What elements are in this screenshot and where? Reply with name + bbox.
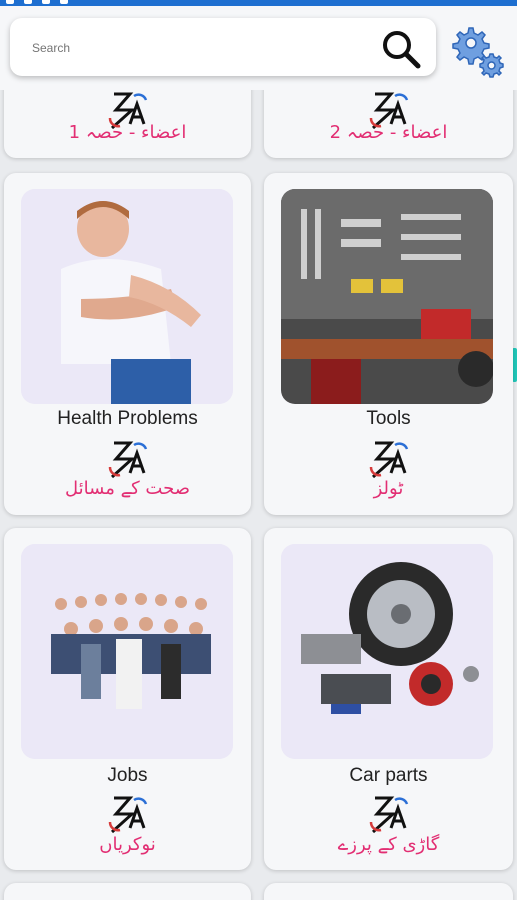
- category-title-english: Tools: [366, 408, 411, 429]
- car-parts-image: [281, 544, 493, 759]
- category-card-car-parts[interactable]: Car parts گاڑی کے پرزے: [264, 528, 513, 870]
- category-title-urdu: ٹولز: [373, 478, 404, 499]
- category-card-jobs[interactable]: Jobs نوکریاں: [4, 528, 251, 870]
- category-title-english: Health Problems: [57, 408, 198, 429]
- gear-icon[interactable]: [446, 20, 506, 80]
- category-card-partial[interactable]: [264, 883, 513, 900]
- top-bar: [0, 6, 517, 90]
- jobs-image: [21, 544, 233, 759]
- category-card-body-part-2[interactable]: اعضاء - حصہ 2: [264, 90, 513, 158]
- translate-logo-icon: [369, 441, 408, 479]
- category-title-urdu: نوکریاں: [99, 834, 156, 855]
- category-title-urdu: اعضاء - حصہ 2: [329, 122, 448, 143]
- search-icon[interactable]: [380, 28, 422, 70]
- category-title-urdu: گاڑی کے پرزے: [337, 834, 440, 855]
- search-box: [10, 18, 436, 76]
- category-card-health-problems[interactable]: Health Problems صحت کے مسائل: [4, 173, 251, 515]
- category-title-urdu: اعضاء - حصہ 1: [68, 122, 187, 143]
- category-title-english: Car parts: [349, 765, 428, 786]
- status-icons: [6, 0, 68, 4]
- translate-logo-icon: [108, 441, 147, 479]
- health-problems-image: [21, 189, 233, 404]
- category-title-english: Jobs: [107, 765, 148, 786]
- category-card-body-part-1[interactable]: اعضاء - حصہ 1: [4, 90, 251, 158]
- search-input[interactable]: [30, 34, 354, 62]
- translate-logo-icon: [369, 796, 408, 834]
- category-grid: اعضاء - حصہ 1 اعضاء - حصہ 2 Health Probl…: [0, 90, 517, 900]
- translate-logo-icon: [108, 796, 147, 834]
- category-title-urdu: صحت کے مسائل: [65, 478, 190, 499]
- tools-image: [281, 189, 493, 404]
- category-card-partial[interactable]: [4, 883, 251, 900]
- category-card-tools[interactable]: Tools ٹولز: [264, 173, 513, 515]
